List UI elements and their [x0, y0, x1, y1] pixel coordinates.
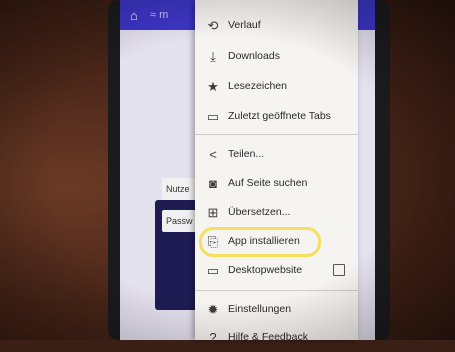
- menu-item-lesezeichen[interactable]: ★ Lesezeichen: [195, 75, 358, 101]
- find-in-page-icon: ◙: [209, 176, 217, 191]
- menu-item-label: Teilen...: [228, 148, 265, 160]
- menu-item-settings[interactable]: ✹ Einstellungen: [195, 298, 358, 324]
- desktop-icon: ▭: [206, 263, 220, 278]
- menu-item-label: Downloads: [228, 50, 280, 62]
- browser-overflow-menu: ⟲ Verlauf ⤓ Downloads ★ Lesezeichen ▭ Zu…: [195, 0, 358, 345]
- desktop-site-checkbox[interactable]: [333, 264, 345, 276]
- menu-item-verlauf[interactable]: ⟲ Verlauf: [195, 14, 358, 40]
- menu-item-label: Übersetzen...: [228, 206, 291, 218]
- menu-item-desktop-site[interactable]: ▭ Desktopwebsite: [195, 259, 358, 285]
- star-icon: ★: [207, 79, 219, 94]
- menu-item-translate[interactable]: ⊞ Übersetzen...: [195, 201, 358, 227]
- menu-item-recent-tabs[interactable]: ▭ Zuletzt geöffnete Tabs: [195, 105, 358, 131]
- recent-tabs-icon: ▭: [206, 109, 220, 124]
- menu-item-find-in-page[interactable]: ◙ Auf Seite suchen: [195, 172, 358, 198]
- menu-item-label: Einstellungen: [228, 303, 292, 315]
- menu-divider: [195, 134, 358, 135]
- menu-item-label: Verlauf: [228, 19, 261, 31]
- settings-icon: ✹: [207, 302, 219, 317]
- menu-item-label: Hilfe & Feedback: [228, 331, 308, 343]
- history-icon: ⟲: [207, 18, 219, 33]
- share-icon: <: [209, 147, 217, 162]
- translate-icon: ⊞: [207, 205, 219, 220]
- menu-divider: [195, 290, 358, 291]
- home-icon[interactable]: ⌂: [130, 8, 138, 23]
- url-text[interactable]: ≈ m: [150, 9, 168, 21]
- menu-item-label: Desktopwebsite: [228, 264, 303, 276]
- handdrawn-highlight-circle: [199, 227, 321, 257]
- menu-item-teilen[interactable]: < Teilen...: [195, 143, 358, 169]
- menu-item-label: Zuletzt geöffnete Tabs: [228, 110, 331, 122]
- help-icon: ?: [209, 330, 217, 345]
- menu-item-help[interactable]: ? Hilfe & Feedback: [195, 326, 358, 352]
- menu-item-downloads[interactable]: ⤓ Downloads: [195, 45, 358, 71]
- menu-item-label: Auf Seite suchen: [228, 177, 308, 189]
- download-icon: ⤓: [210, 49, 216, 64]
- menu-item-label: Lesezeichen: [228, 80, 287, 92]
